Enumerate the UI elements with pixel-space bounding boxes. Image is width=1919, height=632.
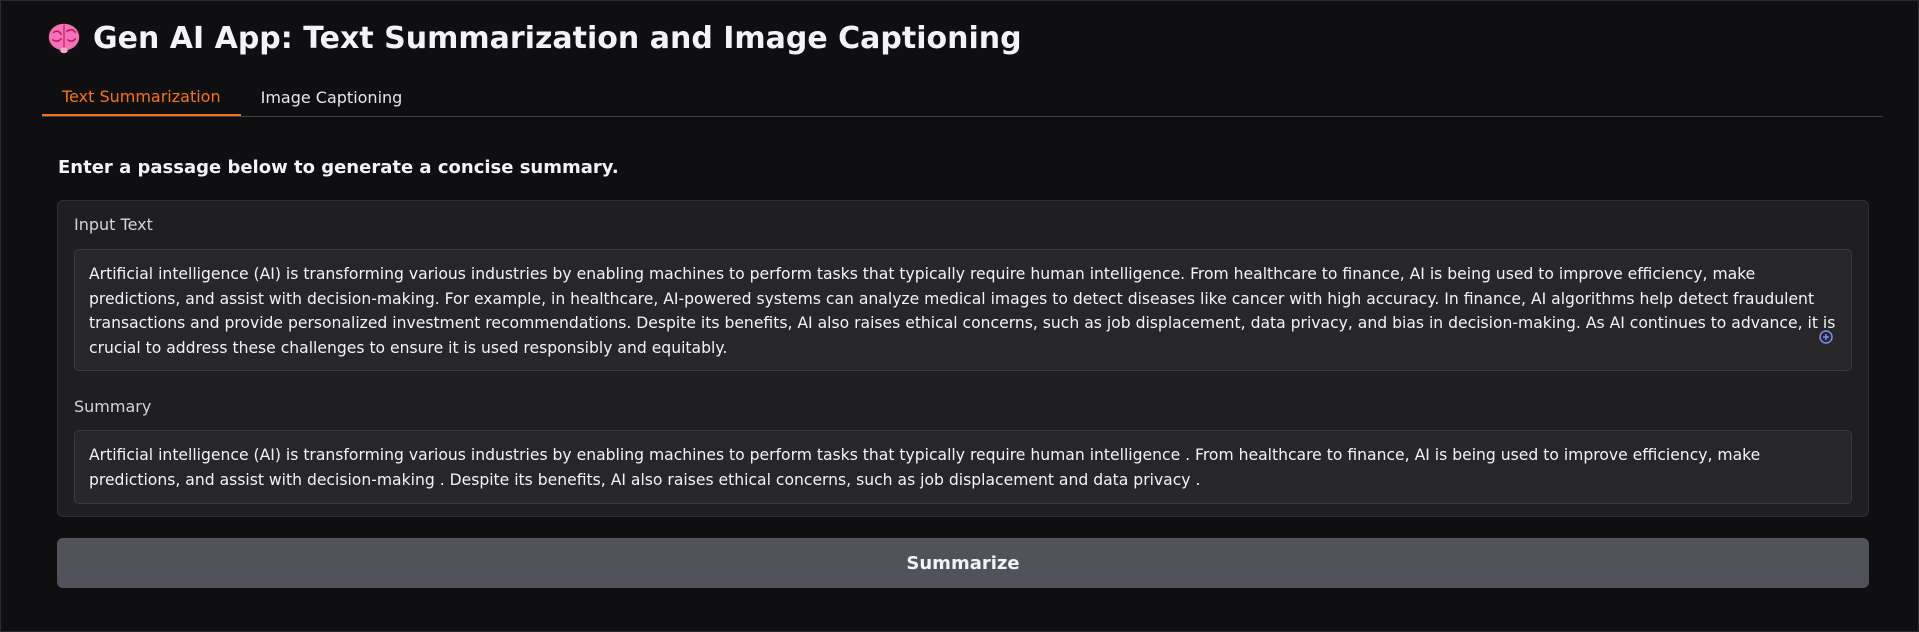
- summarize-button[interactable]: Summarize: [57, 538, 1869, 588]
- tab-text-summarization[interactable]: Text Summarization: [42, 78, 241, 116]
- page-title-text: Gen AI App: Text Summarization and Image…: [93, 20, 1022, 56]
- instructions-text: Enter a passage below to generate a conc…: [58, 157, 619, 178]
- expand-icon[interactable]: [1819, 330, 1833, 344]
- summary-output-field[interactable]: Artificial intelligence (AI) is transfor…: [74, 430, 1852, 504]
- summary-label: Summary: [74, 397, 152, 416]
- input-text-label: Input Text: [74, 215, 153, 234]
- summary-output-value: Artificial intelligence (AI) is transfor…: [89, 446, 1761, 489]
- tab-image-captioning[interactable]: Image Captioning: [241, 78, 423, 116]
- form-panel: Input Text Artificial intelligence (AI) …: [57, 200, 1869, 517]
- tab-bar: Text Summarization Image Captioning: [42, 79, 1883, 117]
- input-text-value: Artificial intelligence (AI) is transfor…: [89, 265, 1836, 357]
- brain-icon: [48, 23, 80, 54]
- input-text-field[interactable]: Artificial intelligence (AI) is transfor…: [74, 249, 1852, 371]
- page-title: Gen AI App: Text Summarization and Image…: [45, 19, 1022, 57]
- app-window: Gen AI App: Text Summarization and Image…: [0, 0, 1919, 632]
